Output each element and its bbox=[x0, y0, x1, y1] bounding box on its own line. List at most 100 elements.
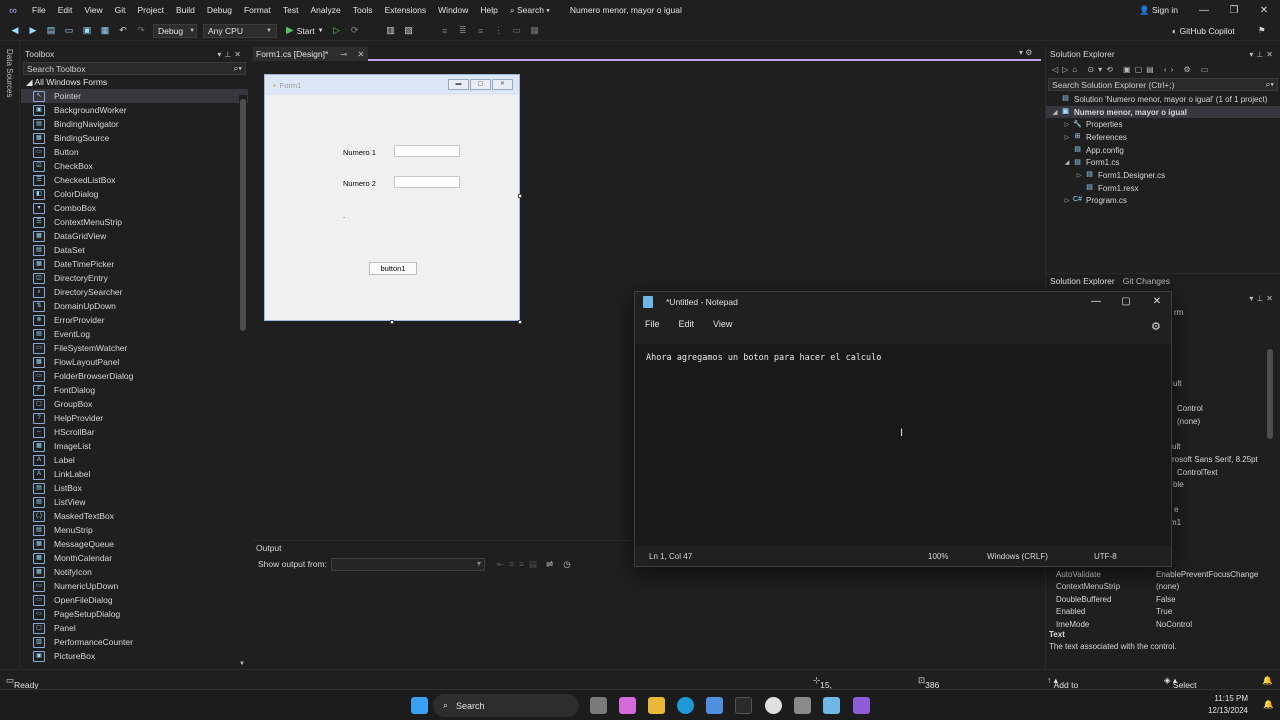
pane-controls[interactable]: ▾⊥✕ bbox=[1249, 50, 1276, 59]
menu-view[interactable]: View bbox=[78, 0, 108, 21]
toolbar-icon-a[interactable]: ▥ bbox=[384, 24, 398, 38]
toolbox-item-panel[interactable]: ▢ Panel bbox=[21, 621, 248, 635]
task-view-icon[interactable] bbox=[590, 697, 607, 714]
toolbox-item-combobox[interactable]: ▾ ComboBox bbox=[21, 201, 248, 215]
open-icon[interactable]: ▭ bbox=[62, 24, 76, 38]
notifications-icon[interactable]: 🔔 bbox=[1262, 675, 1273, 686]
property-value[interactable]: (none) bbox=[1156, 582, 1179, 591]
minimize-button[interactable]: — bbox=[1189, 0, 1219, 21]
tab-close-icon[interactable]: ✕ bbox=[357, 49, 364, 60]
sign-in-link[interactable]: 👤 Sign in bbox=[1139, 5, 1178, 16]
menu-window[interactable]: Window bbox=[432, 0, 474, 21]
notepad-editor[interactable]: Ahora agregamos un boton para hacer el c… bbox=[635, 344, 1171, 548]
menu-tools[interactable]: Tools bbox=[347, 0, 379, 21]
back-icon[interactable]: ◀ bbox=[8, 24, 22, 38]
properties-scrollbar[interactable] bbox=[1267, 349, 1273, 439]
tree-node[interactable]: ▷ ▤ Form1.Designer.cs bbox=[1046, 169, 1280, 182]
redo-icon[interactable]: ↷ bbox=[134, 24, 148, 38]
toolbox-item-dataset[interactable]: ▤ DataSet bbox=[21, 243, 248, 257]
tree-node[interactable]: ▤ Solution 'Numero menor, mayor o igual' … bbox=[1046, 93, 1280, 106]
toolbox-item-maskedtextbox[interactable]: (.) MaskedTextBox bbox=[21, 509, 248, 523]
save-all-icon[interactable]: ▦ bbox=[98, 24, 112, 38]
toolbox-item-pagesetupdialog[interactable]: ▭ PageSetupDialog bbox=[21, 607, 248, 621]
file-explorer-icon[interactable] bbox=[648, 697, 665, 714]
toolbox-group-header[interactable]: ◢ All Windows Forms bbox=[21, 76, 248, 89]
align-center-icon[interactable]: ≣ bbox=[456, 24, 470, 38]
label-numero-2[interactable]: Numero 2 bbox=[343, 179, 376, 188]
tree-node[interactable]: ▤ App.config bbox=[1046, 144, 1280, 157]
solution-search-input[interactable]: Search Solution Explorer (Ctrl+;) ⌕▾ bbox=[1048, 78, 1278, 91]
pane-controls[interactable]: ▾⊥✕ bbox=[217, 50, 244, 59]
label-numero-1[interactable]: Numero 1 bbox=[343, 148, 376, 157]
winform-preview[interactable]: ▪ Form1 ▬ ▢ ✕ Numero 1 Numero 2 . button… bbox=[264, 74, 520, 321]
hot-reload-icon[interactable]: ⟳ bbox=[348, 24, 362, 38]
toolbox-item-eventlog[interactable]: ▤ EventLog bbox=[21, 327, 248, 341]
tab-form1-design[interactable]: Form1.cs [Design]* ⊸ ✕ bbox=[253, 47, 368, 61]
windows-start-icon[interactable] bbox=[411, 697, 428, 714]
toolbox-item-directoryentry[interactable]: ◫ DirectoryEntry bbox=[21, 271, 248, 285]
menu-debug[interactable]: Debug bbox=[201, 0, 238, 21]
property-value[interactable]: NoControl bbox=[1156, 620, 1192, 629]
toolbox-item-bindingsource[interactable]: ▦ BindingSource bbox=[21, 131, 248, 145]
tab-overflow-icon[interactable]: ▾ ⚙ bbox=[1019, 48, 1032, 57]
maximize-button[interactable]: ❐ bbox=[1219, 0, 1249, 21]
toolbox-item-button[interactable]: ▭ Button bbox=[21, 145, 248, 159]
close-button[interactable]: ✕ bbox=[1249, 0, 1279, 21]
resize-handle-right[interactable] bbox=[518, 194, 522, 198]
toolbox-item-menustrip[interactable]: ▤ MenuStrip bbox=[21, 523, 248, 537]
toolbox-item-listbox[interactable]: ▤ ListBox bbox=[21, 481, 248, 495]
toolbox-scrollbar[interactable]: ▼ bbox=[239, 95, 247, 667]
toolbox-item-checkedlistbox[interactable]: ☰ CheckedListBox bbox=[21, 173, 248, 187]
toolbox-item-messagequeue[interactable]: ▦ MessageQueue bbox=[21, 537, 248, 551]
github-copilot-button[interactable]: ◐ GitHub Copilot bbox=[1172, 26, 1235, 36]
toolbox-item-bindingnavigator[interactable]: ▤ BindingNavigator bbox=[21, 117, 248, 131]
notepad-maximize-button[interactable]: ▢ bbox=[1111, 296, 1141, 307]
property-row[interactable]: ImeMode NoControl bbox=[1056, 618, 1271, 631]
resize-handle-corner[interactable] bbox=[518, 320, 522, 324]
notepad-taskbar-icon[interactable] bbox=[823, 697, 840, 714]
property-value[interactable]: EnablePreventFocusChange bbox=[1156, 570, 1258, 579]
toolbox-item-openfiledialog[interactable]: ▭ OpenFileDialog bbox=[21, 593, 248, 607]
toolbox-item-listview[interactable]: ▤ ListView bbox=[21, 495, 248, 509]
toolbox-item-folderbrowserdialog[interactable]: ▭ FolderBrowserDialog bbox=[21, 369, 248, 383]
start-without-debugging-icon[interactable]: ▷ bbox=[330, 24, 344, 38]
toolbox-item-fontdialog[interactable]: F FontDialog bbox=[21, 383, 248, 397]
textbox-numero-1[interactable] bbox=[394, 145, 460, 157]
menu-extensions[interactable]: Extensions bbox=[379, 0, 433, 21]
terminal-icon[interactable] bbox=[735, 697, 752, 714]
menu-test[interactable]: Test bbox=[277, 0, 305, 21]
add-to-source-control-button[interactable]: ↑ Add to Source Control ▴ bbox=[1047, 675, 1081, 710]
start-button[interactable]: ▶ Start ▼ bbox=[286, 25, 324, 36]
output-source-dropdown[interactable] bbox=[330, 557, 485, 571]
tree-node[interactable]: ▷ ⊞ References bbox=[1046, 131, 1280, 144]
clock[interactable]: 11:15 PM 12/13/2024 bbox=[1208, 693, 1248, 717]
toolbox-item-helpprovider[interactable]: ? HelpProvider bbox=[21, 411, 248, 425]
notepad-close-button[interactable]: ✕ bbox=[1142, 296, 1172, 307]
scroll-down-icon[interactable]: ▼ bbox=[239, 661, 245, 667]
toolbox-item-errorprovider[interactable]: ⊗ ErrorProvider bbox=[21, 313, 248, 327]
toolbox-item-hscrollbar[interactable]: ⇔ HScrollBar bbox=[21, 425, 248, 439]
resize-handle-bottom[interactable] bbox=[390, 320, 394, 324]
tree-node[interactable]: ◢ ▣ Numero menor, mayor o igual bbox=[1046, 105, 1280, 119]
toolbox-item-picturebox[interactable]: ▣ PictureBox bbox=[21, 649, 248, 663]
notepad-menu-view[interactable]: View bbox=[706, 319, 739, 329]
toolbox-item-numericupdown[interactable]: ▭ NumericUpDown bbox=[21, 579, 248, 593]
toolbox-item-datetimepicker[interactable]: ▦ DateTimePicker bbox=[21, 257, 248, 271]
menu-file[interactable]: File bbox=[26, 0, 52, 21]
toolbox-item-backgroundworker[interactable]: ▣ BackgroundWorker bbox=[21, 103, 248, 117]
undo-icon[interactable]: ↶ bbox=[116, 24, 130, 38]
menu-help[interactable]: Help bbox=[474, 0, 503, 21]
search-menu[interactable]: ⌕ Search ▾ bbox=[504, 0, 556, 21]
label-result[interactable]: . bbox=[343, 211, 345, 220]
expand-chevron-icon[interactable]: ▷ bbox=[1062, 197, 1072, 204]
tab-solution-explorer[interactable]: Solution Explorer bbox=[1046, 276, 1119, 286]
tree-node[interactable]: ◢ ▤ Form1.cs bbox=[1046, 156, 1280, 169]
scrollbar-thumb[interactable] bbox=[240, 99, 246, 331]
toolbox-search-input[interactable]: Search Toolbox ⌕▾ bbox=[23, 62, 246, 75]
textbox-numero-2[interactable] bbox=[394, 176, 460, 188]
visual-studio-taskbar-icon[interactable] bbox=[853, 697, 870, 714]
platform-dropdown[interactable]: Any CPU ▼ bbox=[203, 23, 277, 38]
toolbox-item-domainupdown[interactable]: ⇅ DomainUpDown bbox=[21, 299, 248, 313]
expand-chevron-icon[interactable]: ▷ bbox=[1062, 134, 1072, 141]
toolbox-item-label[interactable]: A Label bbox=[21, 453, 248, 467]
